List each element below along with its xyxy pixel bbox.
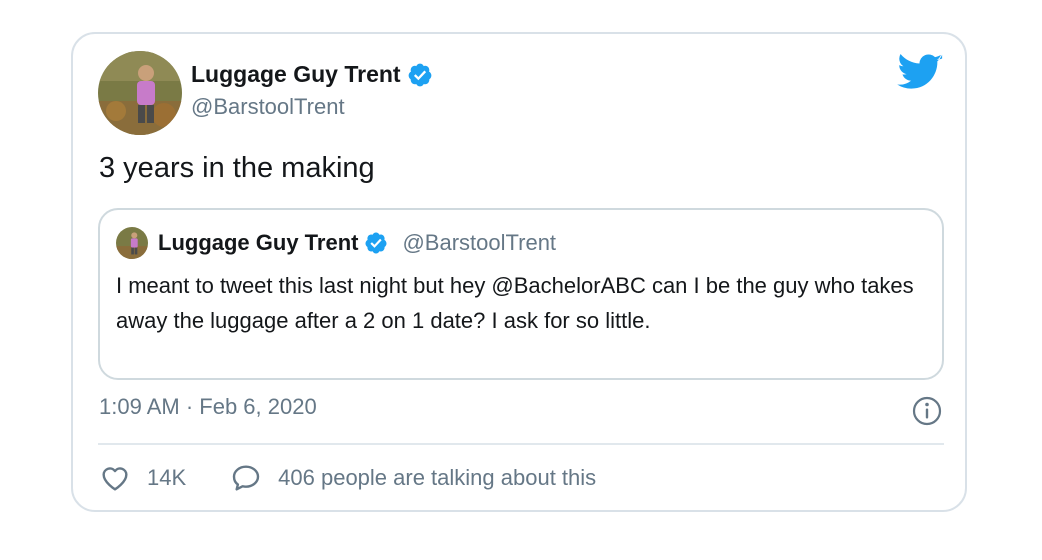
quoted-author-avatar[interactable]	[116, 227, 148, 259]
info-icon[interactable]	[911, 395, 943, 427]
like-button[interactable]: 14K	[99, 462, 186, 494]
tweet-timestamp[interactable]: 1:09 AM · Feb 6, 2020	[99, 394, 317, 420]
twitter-bird-icon[interactable]	[897, 54, 943, 92]
embedded-tweet-card: Luggage Guy Trent @BarstoolTrent 3 years…	[71, 32, 967, 512]
quoted-author-display-name: Luggage Guy Trent	[158, 230, 359, 255]
like-count: 14K	[147, 465, 187, 490]
divider	[98, 443, 944, 445]
verified-badge-icon	[408, 63, 431, 86]
profile-photo	[116, 227, 148, 259]
quoted-tweet-text: I meant to tweet this last night but hey…	[116, 273, 914, 333]
author-handle[interactable]: @BarstoolTrent	[191, 94, 345, 120]
tweet-text: 3 years in the making	[99, 152, 375, 184]
tweet-actions: 14K 406 people are talking about this	[99, 460, 596, 496]
author-avatar[interactable]	[98, 51, 182, 135]
verified-badge-icon	[365, 232, 387, 254]
author-display-name[interactable]: Luggage Guy Trent	[191, 61, 401, 88]
quoted-author-handle: @BarstoolTrent	[402, 230, 557, 255]
speech-bubble-icon	[232, 465, 260, 491]
profile-photo	[98, 51, 182, 135]
conversation-button[interactable]: 406 people are talking about this	[230, 462, 596, 494]
quoted-tweet[interactable]: Luggage Guy Trent @BarstoolTrent I meant…	[98, 208, 944, 380]
talking-count: 406 people are talking about this	[278, 465, 597, 490]
heart-icon	[102, 467, 128, 491]
